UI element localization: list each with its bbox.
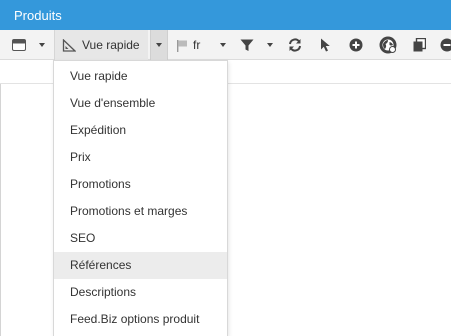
toolbar: Vue rapide fr [0,30,451,60]
copy-button[interactable] [409,30,429,60]
menu-item-expedition[interactable]: Expédition [54,117,227,144]
ruler-triangle-icon [62,38,76,52]
language-label: fr [193,38,201,52]
window-title: Produits [14,8,62,23]
copy-icon [413,38,426,52]
menu-item-descriptions[interactable]: Descriptions [54,279,227,306]
flag-icon [177,39,187,52]
menu-item-promotions[interactable]: Promotions [54,171,227,198]
menu-item-references[interactable]: Références [54,252,227,279]
menu-item-promotions-et-marges[interactable]: Promotions et marges [54,198,227,225]
filter-icon [240,39,254,51]
add-circle-icon [349,38,363,52]
layout-icon [12,39,26,51]
filter-button[interactable] [237,30,257,60]
menu-item-seo[interactable]: SEO [54,225,227,252]
refresh-button[interactable] [285,30,305,60]
select-button[interactable] [316,30,334,60]
web-button[interactable] [377,30,399,60]
layout-button[interactable] [8,30,30,60]
cursor-icon [320,38,330,52]
web-icon [379,36,397,54]
view-selector-button[interactable]: Vue rapide [54,30,148,60]
menu-item-prix[interactable]: Prix [54,144,227,171]
remove-button[interactable] [440,30,451,60]
window-title-bar: Produits [0,0,451,30]
caret-down-icon [220,43,226,47]
view-selector-label: Vue rapide [82,38,140,52]
layout-dropdown-button[interactable] [36,30,48,60]
menu-item-feedbiz-options-produit[interactable]: Feed.Biz options produit [54,306,227,333]
language-button[interactable]: fr [176,30,208,60]
panel-left-border [0,84,1,336]
remove-circle-icon [440,38,451,52]
filter-dropdown-button[interactable] [264,30,276,60]
view-selector-dropdown-button[interactable] [150,30,168,60]
refresh-icon [289,38,301,52]
caret-down-icon [267,43,273,47]
caret-down-icon [39,43,45,47]
language-dropdown-button[interactable] [217,30,229,60]
caret-down-icon [156,43,162,47]
add-button[interactable] [346,30,366,60]
menu-item-vue-ensemble[interactable]: Vue d'ensemble [54,90,227,117]
menu-item-vue-rapide[interactable]: Vue rapide [54,63,227,90]
view-selector-dropdown-menu: Vue rapide Vue d'ensemble Expédition Pri… [53,60,228,336]
